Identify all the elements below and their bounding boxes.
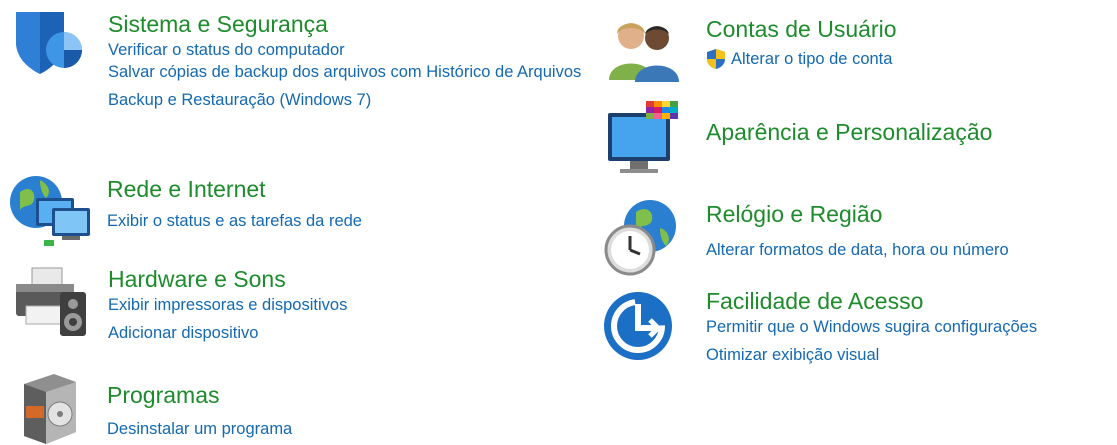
link-devices-printers[interactable]: Exibir impressoras e dispositivos bbox=[108, 294, 508, 316]
link-backup-restore[interactable]: Backup e Restauração (Windows 7) bbox=[108, 89, 608, 111]
category-title-appearance-personalization[interactable]: Aparência e Personalização bbox=[706, 117, 1117, 147]
link-change-account-type[interactable]: Alterar o tipo de conta bbox=[706, 48, 1106, 70]
ease-of-access-icon[interactable] bbox=[600, 286, 680, 366]
category-title-system-security[interactable]: Sistema e Segurança bbox=[108, 9, 608, 39]
category-title-network-internet[interactable]: Rede e Internet bbox=[107, 174, 507, 204]
programs-box-icon[interactable] bbox=[18, 370, 84, 445]
clock-globe-icon[interactable] bbox=[600, 196, 686, 280]
link-uninstall-program[interactable]: Desinstalar um programa bbox=[107, 418, 507, 440]
link-windows-suggest-settings[interactable]: Permitir que o Windows sugira configuraç… bbox=[706, 316, 1117, 338]
link-change-date-time-formats[interactable]: Alterar formatos de data, hora ou número bbox=[706, 239, 1117, 261]
link-label-change-account-type: Alterar o tipo de conta bbox=[731, 50, 893, 68]
users-icon[interactable] bbox=[605, 14, 685, 84]
category-title-user-accounts[interactable]: Contas de Usuário bbox=[706, 14, 1106, 44]
link-check-computer-status[interactable]: Verificar o status do computador bbox=[108, 39, 608, 61]
shield-security-icon[interactable] bbox=[8, 8, 88, 78]
printer-speaker-icon[interactable] bbox=[6, 262, 94, 340]
link-file-history-backup[interactable]: Salvar cópias de backup dos arquivos com… bbox=[108, 61, 588, 83]
network-globe-icon[interactable] bbox=[6, 170, 94, 250]
uac-shield-icon bbox=[706, 48, 726, 70]
link-optimize-visual-display[interactable]: Otimizar exibição visual bbox=[706, 344, 1117, 366]
link-network-status-tasks[interactable]: Exibir o status e as tarefas da rede bbox=[107, 210, 507, 232]
category-title-programs[interactable]: Programas bbox=[107, 380, 507, 410]
category-title-clock-region[interactable]: Relógio e Região bbox=[706, 199, 1117, 229]
link-add-device[interactable]: Adicionar dispositivo bbox=[108, 322, 508, 344]
category-title-hardware-sound[interactable]: Hardware e Sons bbox=[108, 264, 508, 294]
monitor-palette-icon[interactable] bbox=[602, 97, 688, 183]
category-title-ease-of-access[interactable]: Facilidade de Acesso bbox=[706, 286, 1117, 316]
